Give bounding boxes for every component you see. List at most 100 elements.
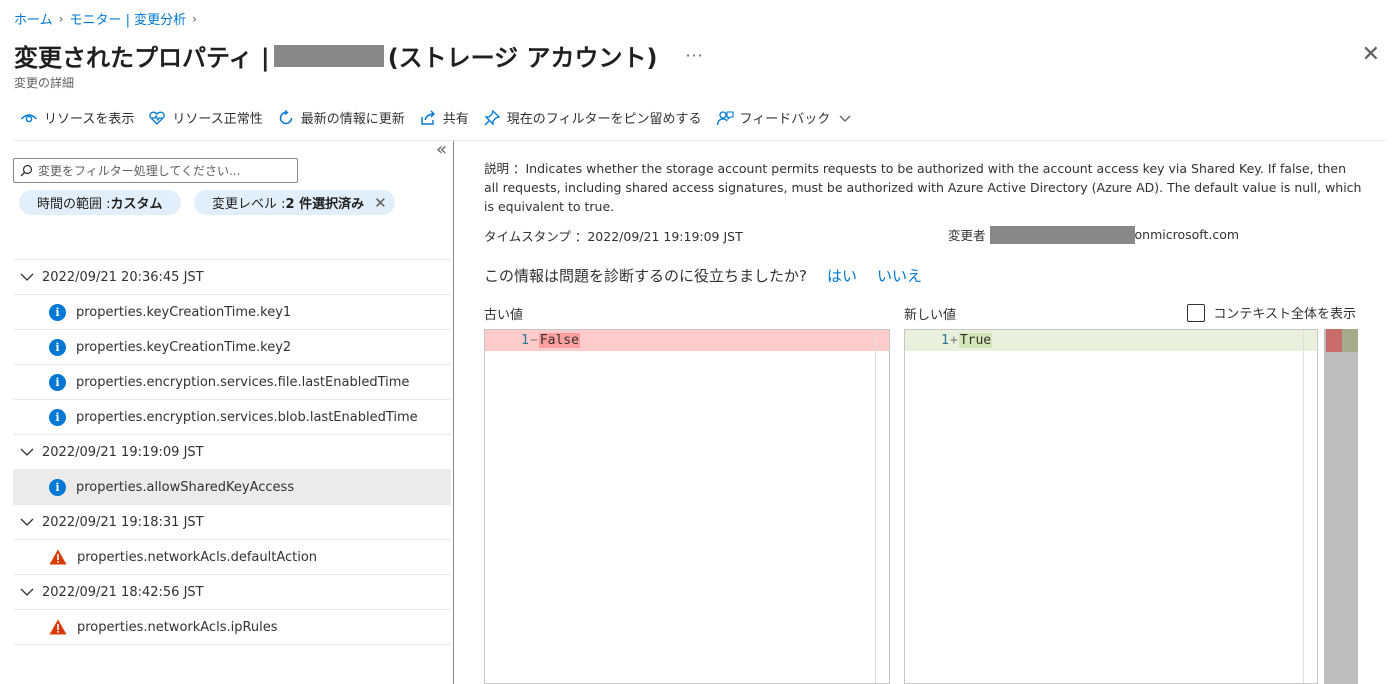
change-item[interactable]: i properties.keyCreationTime.key2 [13, 330, 451, 365]
refresh-button[interactable]: 最新の情報に更新 [277, 108, 405, 127]
old-value-text: False [538, 333, 580, 348]
pin-filter-label: 現在のフィルターをピン留めする [506, 112, 702, 127]
change-timestamp: タイムスタンプ ：2022/09/21 19:19:09 JST [484, 229, 743, 244]
feedback-button[interactable]: フィードバック [716, 108, 855, 127]
change-group-header[interactable]: 2022/09/21 19:19:09 JST [13, 435, 451, 470]
warning-icon [49, 619, 67, 635]
changed-by-label: 変更者 [948, 228, 986, 243]
time-range-label: 時間の範囲 : [37, 197, 111, 212]
feedback-question-text: この情報は問題を診断するのに役立ちましたか? [484, 267, 807, 285]
diff-added-line: 1 + True [905, 330, 1317, 351]
change-group-header[interactable]: 2022/09/21 20:36:45 JST [13, 260, 451, 295]
change-item-label: properties.keyCreationTime.key2 [76, 339, 292, 355]
feedback-label: フィードバック [739, 112, 831, 127]
command-bar: リソースを表示 リソース正常性 最新の情報に更新 共有 現在のフィルターをピン留… [20, 108, 854, 127]
change-group-header[interactable]: 2022/09/21 18:42:56 JST [13, 575, 451, 610]
changed-by: 変更者 onmicrosoft.com [948, 225, 1239, 244]
change-item[interactable]: i properties.keyCreationTime.key1 [13, 295, 451, 330]
new-value-editor[interactable]: 1 + True [904, 329, 1318, 684]
property-description: 説明 ：Indicates whether the storage accoun… [484, 161, 1362, 214]
chevron-down-icon [20, 518, 34, 526]
show-full-context-checkbox[interactable] [1187, 303, 1206, 322]
change-item-selected[interactable]: i properties.allowSharedKeyAccess [13, 470, 451, 505]
redacted-resource-name [273, 44, 384, 67]
info-icon: i [49, 303, 66, 321]
info-icon: i [49, 373, 66, 391]
breadcrumb-home[interactable]: ホーム [14, 9, 53, 28]
old-value-label: 古い値 [484, 308, 524, 323]
close-button[interactable]: ✕ [1362, 44, 1380, 66]
refresh-icon [277, 109, 295, 127]
more-options-button[interactable]: ··· [686, 46, 704, 65]
change-item[interactable]: i properties.encryption.services.file.la… [13, 365, 451, 400]
chevron-down-icon [20, 448, 34, 456]
info-icon: i [49, 338, 66, 356]
editor-scrollbar[interactable] [1303, 330, 1317, 683]
page-subtitle: 変更の詳細 [14, 76, 75, 90]
pin-icon [483, 109, 501, 127]
breadcrumb-chevron-icon: › [58, 11, 64, 26]
remove-filter-close-icon[interactable]: ✕ [374, 194, 387, 212]
heart-pulse-icon [148, 109, 166, 127]
overview-deleted-marker [1326, 329, 1342, 352]
deletion-marker: − [530, 333, 538, 348]
warning-icon [49, 549, 67, 565]
change-item-label: properties.encryption.services.blob.last… [76, 409, 418, 425]
line-number: 1 [941, 333, 949, 348]
change-item-label: properties.keyCreationTime.key1 [76, 304, 292, 320]
feedback-no-link[interactable]: いいえ [877, 265, 922, 286]
show-full-context-toggle[interactable]: コンテキスト全体を表示 [1187, 303, 1356, 322]
change-item-label: properties.encryption.services.file.last… [76, 374, 410, 390]
pane-splitter[interactable] [453, 141, 454, 684]
change-level-filter-pill[interactable]: 変更レベル : 2 件選択済み ✕ [194, 190, 395, 215]
change-item-label: properties.allowSharedKeyAccess [76, 479, 295, 495]
change-group-timestamp: 2022/09/21 19:18:31 JST [42, 514, 204, 530]
line-number: 1 [521, 333, 529, 348]
pin-filter-button[interactable]: 現在のフィルターをピン留めする [483, 108, 702, 127]
share-label: 共有 [442, 112, 469, 127]
change-group-timestamp: 2022/09/21 20:36:45 JST [42, 269, 204, 285]
title-prefix: 変更されたプロパティ | [14, 44, 270, 72]
change-item[interactable]: i properties.encryption.services.blob.la… [13, 400, 451, 435]
refresh-label: 最新の情報に更新 [300, 112, 405, 127]
old-value-editor[interactable]: 1 − False [484, 329, 890, 684]
change-level-value: 2 件選択済み [285, 197, 365, 212]
title-suffix: (ストレージ アカウント) [387, 44, 658, 72]
feedback-yes-link[interactable]: はい [827, 265, 857, 286]
view-resource-label: リソースを表示 [44, 112, 135, 127]
view-resource-button[interactable]: リソースを表示 [20, 108, 134, 127]
chevron-down-icon [20, 273, 34, 281]
info-icon: i [49, 478, 66, 496]
diff-overview-ruler[interactable] [1324, 329, 1358, 684]
diff-deleted-line: 1 − False [485, 330, 889, 351]
eye-icon [20, 109, 38, 127]
breadcrumb-monitor[interactable]: モニター | 変更分析 [69, 9, 186, 28]
filter-search-input[interactable] [38, 163, 288, 178]
addition-marker: + [950, 333, 958, 348]
change-item-label: properties.networkAcls.defaultAction [77, 549, 318, 565]
chevron-down-icon [836, 109, 854, 127]
change-item[interactable]: properties.networkAcls.ipRules [13, 610, 451, 645]
collapse-pane-icon[interactable]: « [436, 139, 447, 160]
time-range-filter-pill[interactable]: 時間の範囲 : カスタム [19, 190, 181, 215]
breadcrumb-chevron-icon: › [192, 11, 197, 26]
feedback-question: この情報は問題を診断するのに役立ちましたか? はい いいえ [484, 265, 922, 286]
change-group-timestamp: 2022/09/21 18:42:56 JST [42, 584, 204, 600]
new-value-text: True [958, 333, 993, 348]
change-item[interactable]: properties.networkAcls.defaultAction [13, 540, 451, 575]
filter-search-box[interactable] [13, 158, 298, 183]
editor-scrollbar[interactable] [875, 330, 889, 683]
show-full-context-label: コンテキスト全体を表示 [1213, 307, 1356, 322]
change-detail-pane: 説明 ：Indicates whether the storage accoun… [484, 141, 1384, 684]
share-button[interactable]: 共有 [419, 108, 469, 127]
overview-added-marker [1342, 329, 1358, 352]
page-title: 変更されたプロパティ | (ストレージ アカウント) [14, 38, 658, 73]
resource-health-button[interactable]: リソース正常性 [148, 108, 263, 127]
new-value-label: 新しい値 [904, 308, 957, 323]
title-row: 変更されたプロパティ | (ストレージ アカウント) ··· [14, 38, 704, 73]
change-list: 2022/09/21 20:36:45 JST i properties.key… [13, 259, 451, 645]
change-item-label: properties.networkAcls.ipRules [77, 619, 278, 635]
share-icon [419, 109, 437, 127]
change-group-header[interactable]: 2022/09/21 19:18:31 JST [13, 505, 451, 540]
chevron-down-icon [20, 588, 34, 596]
